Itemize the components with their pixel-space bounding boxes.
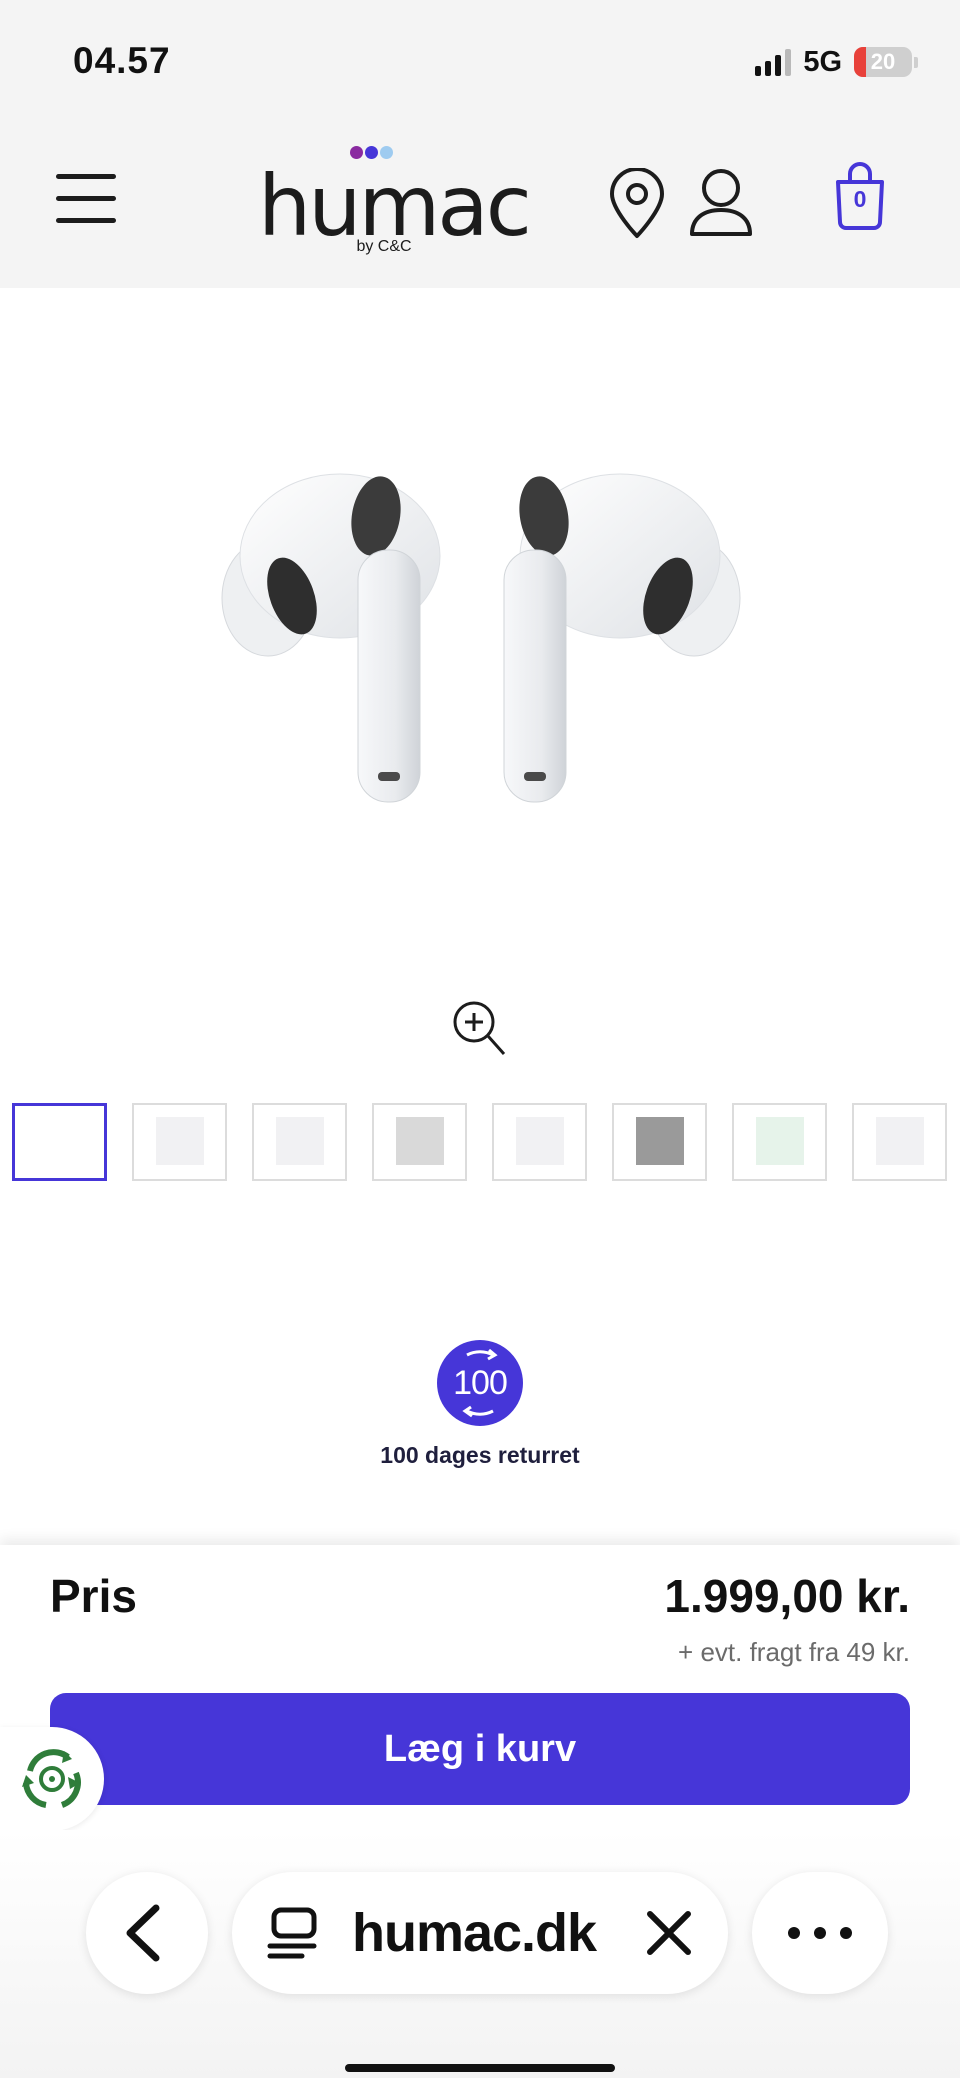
thumbnail-8[interactable] — [852, 1103, 947, 1181]
thumbnail-5[interactable] — [492, 1103, 587, 1181]
logo-byline: by C&C — [356, 238, 412, 255]
cart-button[interactable]: 0 — [832, 160, 888, 232]
address-bar[interactable]: humac.dk — [232, 1872, 728, 1994]
thumbnail-7[interactable] — [732, 1103, 827, 1181]
close-icon[interactable] — [644, 1908, 694, 1958]
menu-icon[interactable] — [56, 172, 116, 224]
price-value: 1.999,00 kr. — [664, 1570, 910, 1622]
returns-label: 100 dages returret — [380, 1442, 580, 1468]
refresh-arrows-icon — [462, 1348, 498, 1418]
site-header: humac by C&C 0 — [0, 120, 960, 288]
thumbnail-4[interactable] — [372, 1103, 467, 1181]
more-options-button[interactable] — [752, 1872, 888, 1994]
location-icon[interactable] — [606, 167, 668, 240]
back-button[interactable] — [86, 1872, 208, 1994]
thumbnail-1[interactable] — [12, 1103, 107, 1181]
thumbnail-6[interactable] — [612, 1103, 707, 1181]
network-label: 5G — [803, 45, 842, 78]
status-indicators: 5G 20 — [755, 44, 918, 80]
home-indicator — [345, 2064, 615, 2072]
humac-logo[interactable]: humac by C&C — [258, 144, 532, 264]
browser-toolbar: humac.dk — [0, 1830, 960, 2078]
zoom-in-icon[interactable] — [452, 1000, 506, 1056]
reader-mode-icon[interactable] — [264, 1904, 324, 1964]
chevron-left-icon — [126, 1904, 160, 1962]
thumbnail-3[interactable] — [252, 1103, 347, 1181]
eco-badge[interactable] — [0, 1727, 104, 1831]
signal-icon — [755, 48, 792, 76]
recycle-icon — [22, 1749, 81, 1808]
thumbnail-2[interactable] — [132, 1103, 227, 1181]
returns-badge: 100 — [437, 1340, 523, 1426]
thumbnail-strip — [12, 1103, 960, 1181]
battery-level: 20 — [870, 49, 896, 74]
more-icon — [788, 1927, 852, 1939]
add-to-cart-button[interactable]: Læg i kurv — [50, 1693, 910, 1805]
status-time: 04.57 — [73, 40, 171, 81]
product-main-image[interactable] — [210, 470, 750, 820]
account-icon[interactable] — [688, 168, 754, 238]
shipping-note: + evt. fragt fra 49 kr. — [678, 1637, 910, 1667]
price-label: Pris — [50, 1570, 137, 1622]
battery-icon: 20 — [854, 47, 912, 77]
cart-count: 0 — [853, 186, 867, 212]
status-bar: 04.57 5G 20 — [0, 0, 960, 120]
logo-text: humac — [258, 157, 532, 255]
url-text: humac.dk — [352, 1903, 597, 1963]
